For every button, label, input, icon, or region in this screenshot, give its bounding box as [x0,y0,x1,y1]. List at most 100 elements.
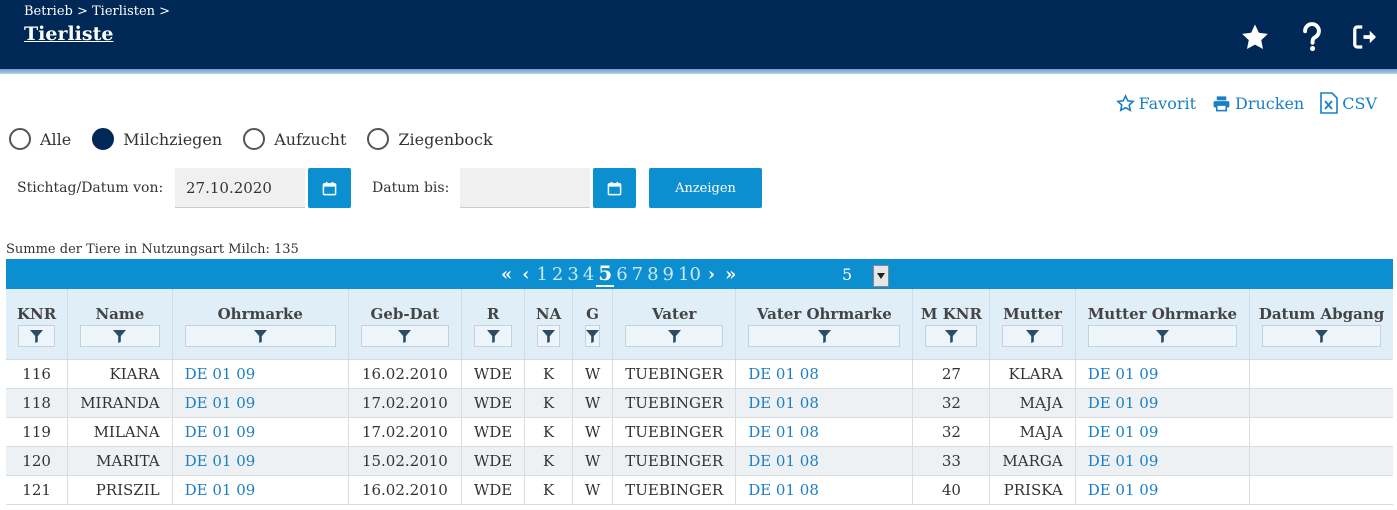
anzeigen-button[interactable]: Anzeigen [649,168,762,208]
page-link-6[interactable]: 6 [614,264,629,285]
column-filter-button[interactable] [473,325,513,347]
column-header[interactable]: M KNR [912,289,990,360]
table-row[interactable]: 116 KIARA DE 01 09 16.02.2010 WDE K W TUEBINGER… [6,359,1393,389]
column-filter-button[interactable] [80,325,160,347]
radio-circle-selected [92,128,115,150]
logout-icon[interactable] [1349,20,1383,54]
page-link-1[interactable]: 1 [534,264,549,285]
filter-icon [586,330,600,343]
page-link-4[interactable]: 4 [581,264,596,285]
page-link-9[interactable]: 9 [661,264,676,285]
column-filter-button[interactable] [1087,325,1238,347]
radio-circle [243,128,266,150]
table-cell: 17.02.2010 [347,417,462,447]
column-header[interactable]: Mutter Ohrmarke [1074,289,1250,360]
page-link-8[interactable]: 8 [645,264,660,285]
column-filter-button[interactable] [360,325,449,347]
printer-icon [1213,95,1230,111]
ohrmarke-link[interactable]: DE 01 08 [735,446,913,476]
date-from-input[interactable] [175,168,305,208]
column-filter-button[interactable] [584,325,601,347]
table-row[interactable]: 118 MIRANDA DE 01 09 17.02.2010 WDE K W TUEBING… [6,388,1393,418]
filter-icon [253,330,267,343]
table-cell: MARITA [67,446,173,476]
page-title[interactable]: Tierliste [24,23,113,45]
column-header[interactable]: Mutter [989,289,1076,360]
column-filter-button[interactable] [184,325,336,347]
column-filter-button[interactable] [1002,325,1063,347]
column-header[interactable]: KNR [6,289,68,360]
prev-page-icon[interactable]: ‹ [517,264,534,285]
question-icon[interactable] [1295,20,1329,54]
date-to-input[interactable] [460,168,590,208]
table-cell: WDE [460,388,525,418]
radio-ziegenbock[interactable]: Ziegenbock [367,128,493,150]
date-to-calendar-button[interactable] [593,168,636,208]
page-link-7[interactable]: 7 [630,264,645,285]
table-row[interactable]: 120 MARITA DE 01 09 15.02.2010 WDE K W TUEBINGE… [6,446,1393,476]
column-header[interactable]: NA [524,289,573,360]
table-cell: 32 [912,417,990,447]
column-header[interactable]: R [460,289,525,360]
page-link-2[interactable]: 2 [550,264,565,285]
date-from-calendar-button[interactable] [308,168,351,208]
radio-circle [367,128,390,150]
column-header[interactable]: G [571,289,613,360]
column-filter-button[interactable] [748,325,901,347]
ohrmarke-link[interactable]: DE 01 08 [735,388,913,418]
column-filter-button[interactable] [625,325,724,347]
page-size-dropdown[interactable] [873,265,889,287]
column-header-label: Geb-Dat [370,305,440,323]
table-cell: WDE [460,417,525,447]
ohrmarke-link[interactable]: DE 01 08 [735,359,913,389]
ohrmarke-link[interactable]: DE 01 08 [735,417,913,447]
page-link-3[interactable]: 3 [565,264,580,285]
table-cell: MAJA [989,417,1076,447]
column-header[interactable]: Datum Abgang [1249,289,1393,360]
next-page-icon[interactable]: › [703,264,720,285]
ohrmarke-link[interactable]: DE 01 09 [1074,388,1250,418]
column-header[interactable]: Geb-Dat [347,289,462,360]
ohrmarke-link[interactable]: DE 01 09 [171,359,349,389]
first-page-icon[interactable]: « [496,264,517,285]
column-filter-button[interactable] [1262,325,1381,347]
column-header-label: Datum Abgang [1258,305,1385,323]
breadcrumb[interactable]: Betrieb > Tierlisten > [24,4,170,19]
ohrmarke-link[interactable]: DE 01 09 [171,417,349,447]
ohrmarke-link[interactable]: DE 01 09 [171,475,349,505]
page-link-current[interactable]: 5 [596,261,615,287]
column-filter-button[interactable] [537,325,560,347]
table-row[interactable]: 121 PRISZIL DE 01 09 16.02.2010 WDE K W TUEBING… [6,475,1393,505]
page-size-value: 5 [842,265,853,284]
favorit-button[interactable]: Favorit [1115,92,1196,114]
column-header-label: NA [535,305,562,323]
radio-aufzucht[interactable]: Aufzucht [243,128,346,150]
column-header[interactable]: Vater Ohrmarke [735,289,913,360]
ohrmarke-link[interactable]: DE 01 08 [735,475,913,505]
column-header[interactable]: Ohrmarke [171,289,349,360]
drucken-button[interactable]: Drucken [1212,92,1304,114]
column-filter-button[interactable] [925,325,978,347]
ohrmarke-link[interactable]: DE 01 09 [1074,359,1250,389]
page-link-10[interactable]: 10 [676,264,703,285]
table-cell [1249,359,1393,389]
ohrmarke-link[interactable]: DE 01 09 [1074,446,1250,476]
column-filter-button[interactable] [18,325,56,347]
star-icon[interactable] [1238,20,1272,54]
ohrmarke-link[interactable]: DE 01 09 [1074,475,1250,505]
table-row[interactable]: 119 MILANA DE 01 09 17.02.2010 WDE K W TUEBINGE… [6,417,1393,447]
ohrmarke-link[interactable]: DE 01 09 [171,388,349,418]
table-cell: K [524,446,573,476]
column-header[interactable]: Name [67,289,173,360]
app-header: Betrieb > Tierlisten > Tierliste [0,0,1397,69]
radio-alle[interactable]: Alle [9,128,71,150]
csv-button[interactable]: CSV [1320,92,1377,114]
ohrmarke-link[interactable]: DE 01 09 [171,446,349,476]
last-page-icon[interactable]: » [720,264,741,285]
animal-type-radio-group: Alle Milchziegen Aufzucht Ziegenbock [9,128,514,150]
csv-label: CSV [1342,93,1377,113]
table-cell: K [524,359,573,389]
radio-milchziegen[interactable]: Milchziegen [92,128,222,150]
column-header[interactable]: Vater [612,289,736,360]
ohrmarke-link[interactable]: DE 01 09 [1074,417,1250,447]
